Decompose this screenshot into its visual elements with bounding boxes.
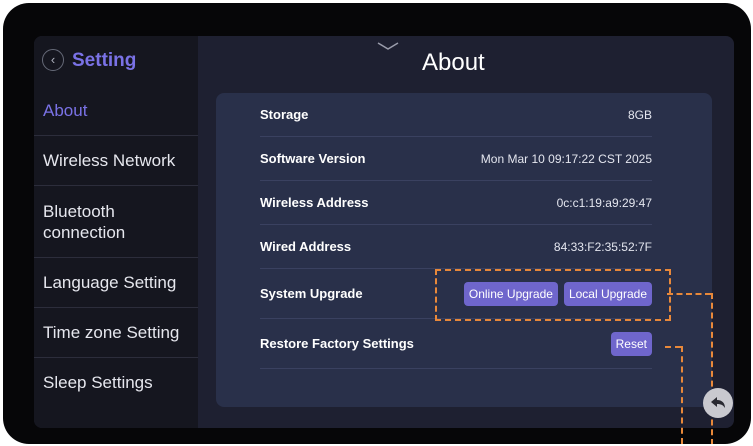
wired-address-row: Wired Address 84:33:F2:35:52:7F [260,225,652,269]
wired-address-value: 84:33:F2:35:52:7F [553,239,652,254]
wireless-address-label: Wireless Address [260,195,369,210]
sidebar-title: Setting [72,50,137,71]
wired-address-label: Wired Address [260,239,352,254]
device-screen: ‹ Setting About Wireless Network Bluetoo… [34,36,734,428]
page-title: About [422,49,485,76]
annotation-line-reset-v [681,346,683,444]
upgrade-highlight-box [435,269,671,321]
sidebar-item-bluetooth[interactable]: Bluetooth connection [34,186,198,258]
storage-value: 8GB [627,107,652,122]
software-version-value: Mon Mar 10 09:17:22 CST 2025 [480,151,652,166]
back-arrow-icon[interactable] [703,388,733,418]
chevron-left-icon[interactable]: ‹ [42,49,64,71]
annotation-line-upgrade-v [711,293,713,444]
restore-factory-row: Restore Factory Settings Reset [260,319,652,369]
annotation-line-upgrade-h [667,293,711,295]
sidebar: ‹ Setting About Wireless Network Bluetoo… [34,36,198,428]
sidebar-item-time-zone[interactable]: Time zone Setting [34,308,198,358]
sidebar-item-sleep[interactable]: Sleep Settings [34,358,198,408]
system-upgrade-label: System Upgrade [260,286,363,301]
chevron-down-icon[interactable] [376,41,400,51]
sidebar-nav: About Wireless Network Bluetooth connect… [34,92,198,408]
device-bezel: ‹ Setting About Wireless Network Bluetoo… [3,3,751,444]
annotation-line-reset-h [665,346,681,348]
back-arrow-glyph [711,397,725,408]
software-version-row: Software Version Mon Mar 10 09:17:22 CST… [260,137,652,181]
wireless-address-row: Wireless Address 0c:c1:19:a9:29:47 [260,181,652,225]
reset-button[interactable]: Reset [610,331,652,356]
restore-factory-label: Restore Factory Settings [260,336,414,351]
sidebar-item-language[interactable]: Language Setting [34,258,198,308]
software-version-label: Software Version [260,151,366,166]
sidebar-item-wireless-network[interactable]: Wireless Network [34,136,198,186]
wireless-address-value: 0c:c1:19:a9:29:47 [556,195,652,210]
storage-row: Storage 8GB [260,93,652,137]
about-panel: Storage 8GB Software Version Mon Mar 10 … [216,93,712,407]
storage-label: Storage [260,107,309,122]
sidebar-item-about[interactable]: About [34,92,198,136]
